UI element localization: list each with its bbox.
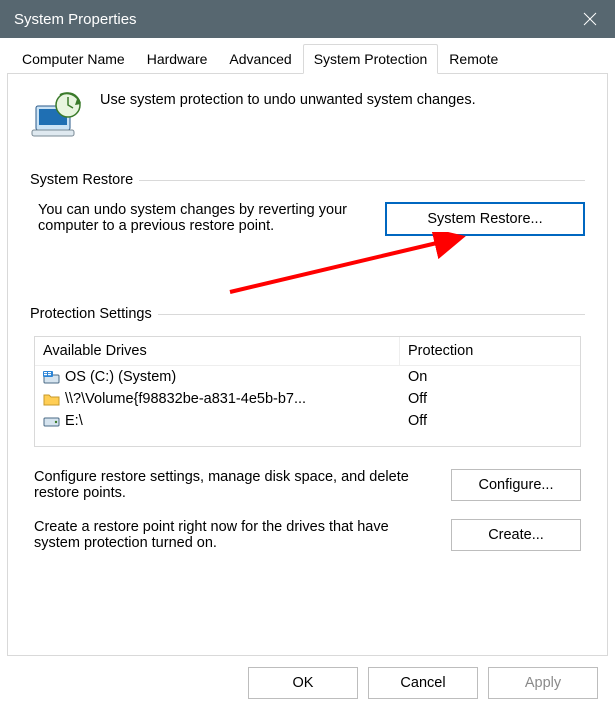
tab-remote[interactable]: Remote — [438, 44, 509, 73]
configure-button[interactable]: Configure... — [451, 469, 581, 501]
titlebar: System Properties — [0, 0, 615, 38]
column-header-protection[interactable]: Protection — [400, 337, 580, 365]
drive-icon — [43, 413, 61, 429]
apply-button[interactable]: Apply — [488, 667, 598, 699]
system-restore-button[interactable]: System Restore... — [385, 202, 585, 236]
drive-protection: Off — [400, 388, 580, 410]
create-description: Create a restore point right now for the… — [34, 519, 433, 551]
window-title: System Properties — [14, 11, 137, 28]
close-button[interactable] — [565, 0, 615, 38]
folder-icon — [43, 391, 61, 407]
create-button[interactable]: Create... — [451, 519, 581, 551]
table-row[interactable]: E:\ Off — [35, 410, 580, 432]
intro-text: Use system protection to undo unwanted s… — [100, 90, 476, 108]
tab-strip: Computer Name Hardware Advanced System P… — [7, 44, 608, 74]
tab-advanced[interactable]: Advanced — [218, 44, 302, 73]
divider — [158, 314, 585, 315]
drive-name: \\?\Volume{f98832be-a831-4e5b-b7... — [65, 391, 306, 407]
table-row[interactable]: OS (C:) (System) On — [35, 366, 580, 388]
divider — [139, 180, 585, 181]
tab-hardware[interactable]: Hardware — [136, 44, 219, 73]
cancel-button[interactable]: Cancel — [368, 667, 478, 699]
table-header: Available Drives Protection — [35, 337, 580, 365]
drives-table: Available Drives Protection OS (C:) (Sys… — [34, 336, 581, 447]
drive-protection: On — [400, 366, 580, 388]
dialog-footer: OK Cancel Apply — [7, 656, 608, 710]
system-protection-icon — [30, 90, 84, 144]
ok-button[interactable]: OK — [248, 667, 358, 699]
os-drive-icon — [43, 369, 61, 385]
system-restore-description: You can undo system changes by reverting… — [38, 202, 365, 234]
system-restore-group-title: System Restore — [30, 172, 133, 188]
close-icon — [583, 12, 597, 26]
annotation-arrow-icon — [220, 232, 480, 302]
drive-name: E:\ — [65, 413, 83, 429]
drive-protection: Off — [400, 410, 580, 432]
protection-settings-group-title: Protection Settings — [30, 306, 152, 322]
tab-system-protection[interactable]: System Protection — [303, 44, 439, 74]
tab-content: Use system protection to undo unwanted s… — [7, 74, 608, 656]
tab-computer-name[interactable]: Computer Name — [11, 44, 136, 73]
drive-name: OS (C:) (System) — [65, 369, 176, 385]
configure-description: Configure restore settings, manage disk … — [34, 469, 433, 501]
table-row[interactable]: \\?\Volume{f98832be-a831-4e5b-b7... Off — [35, 388, 580, 410]
column-header-drives[interactable]: Available Drives — [35, 337, 400, 365]
